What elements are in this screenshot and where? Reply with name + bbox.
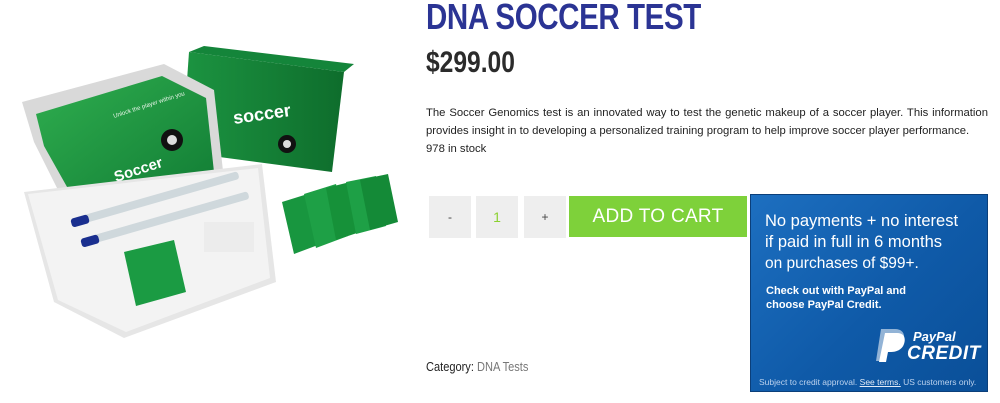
category-label: Category: <box>426 359 474 374</box>
paypal-footer: Subject to credit approval. See terms. U… <box>759 377 976 387</box>
product-image: Soccer Unlock the player within you socc… <box>22 46 398 338</box>
product-price: $299.00 <box>426 46 515 79</box>
product-title: DNA SOCCER TEST <box>426 0 701 37</box>
paypal-sub-line-2: choose PayPal Credit. <box>766 299 882 311</box>
paypal-p-icon <box>876 329 905 362</box>
paypal-footer-note: US customers only. <box>903 377 977 387</box>
paypal-brand-text: PayPal <box>913 329 956 344</box>
paypal-sub-line-1: Check out with PayPal and <box>766 285 906 297</box>
paypal-footer-text: Subject to credit approval. <box>759 377 858 387</box>
product-category: Category: DNA Tests <box>426 359 528 374</box>
quantity-input[interactable] <box>476 196 518 238</box>
category-link[interactable]: DNA Tests <box>477 359 528 374</box>
stock-status: 978 in stock <box>426 143 487 155</box>
quantity-decrease-button[interactable]: - <box>429 196 471 238</box>
paypal-promo-line-2: if paid in full in 6 months <box>765 233 943 251</box>
paypal-terms-link[interactable]: See terms. <box>860 377 901 387</box>
quantity-increase-button[interactable]: + <box>524 196 566 238</box>
paypal-credit-text: CREDIT <box>907 343 981 364</box>
add-to-cart-button[interactable]: ADD TO CART <box>569 196 747 237</box>
paypal-promo-line-1: No payments + no interest <box>765 212 959 230</box>
paypal-credit-banner[interactable]: No payments + no interest if paid in ful… <box>750 194 988 392</box>
product-description: The Soccer Genomics test is an innovated… <box>426 107 988 137</box>
paypal-promo-line-3: on purchases of $99+. <box>765 255 919 272</box>
